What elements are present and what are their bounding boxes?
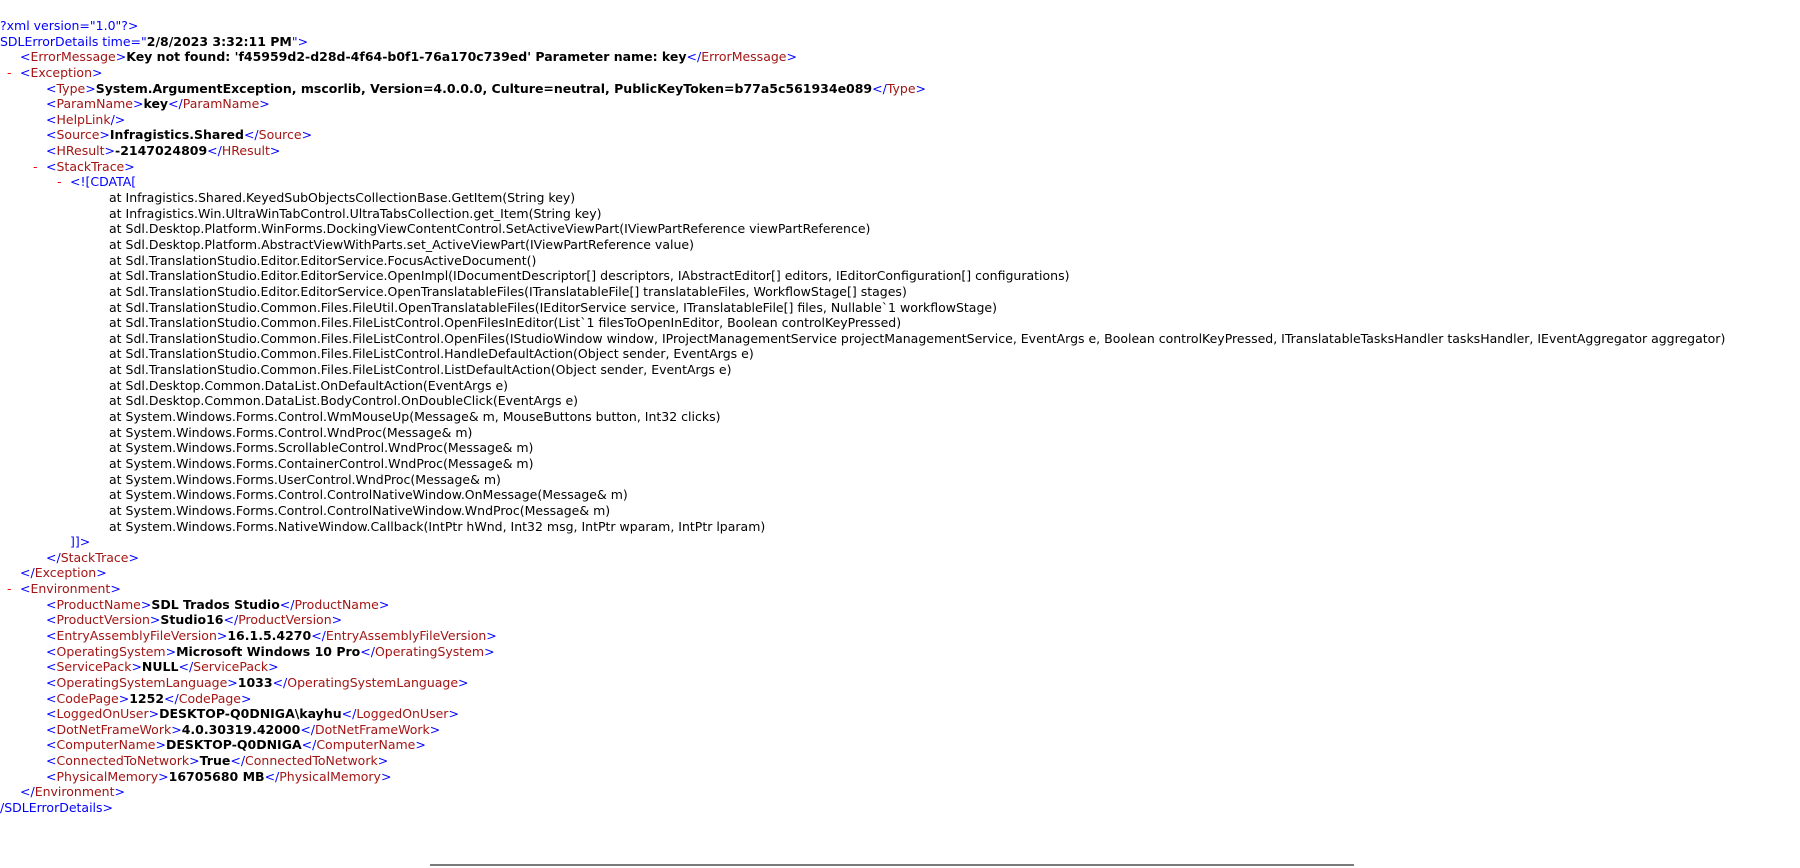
operating-system-language-line: <OperatingSystemLanguage>1033</Operating…: [46, 674, 469, 690]
cdata-open: - <![CDATA[: [57, 174, 137, 190]
connected-to-network-line: <ConnectedToNetwork>True</ConnectedToNet…: [46, 753, 389, 769]
operating-system-line: <OperatingSystem>Microsoft Windows 10 Pr…: [46, 643, 495, 659]
operating-system-language-value: 1033: [237, 674, 273, 690]
service-pack-value: NULL: [141, 659, 179, 675]
horizontal-scrollbar[interactable]: [430, 864, 1354, 866]
connected-to-network-value: True: [199, 753, 231, 769]
computer-name-line: <ComputerName>DESKTOP-Q0DNIGA</ComputerN…: [46, 737, 426, 753]
stack-trace-line: at System.Windows.Forms.Control.WmMouseU…: [109, 409, 721, 425]
stack-trace-line: at Sdl.Desktop.Common.DataList.BodyContr…: [109, 393, 579, 409]
stack-trace-line: at Infragistics.Shared.KeyedSubObjectsCo…: [109, 190, 576, 206]
dot-net-frame-work-value: 4.0.30319.42000: [181, 721, 301, 737]
product-version-line: <ProductVersion>Studio16</ProductVersion…: [46, 612, 343, 628]
cdata-collapse-toggle[interactable]: -: [57, 174, 62, 190]
stack-trace-line: at System.Windows.Forms.ScrollableContro…: [109, 440, 534, 456]
stack-trace-line: at Sdl.TranslationStudio.Common.Files.Fi…: [109, 299, 997, 315]
source-value: Infragistics.Shared: [109, 127, 244, 143]
stack-trace-line: at System.Windows.Forms.Control.WndProc(…: [109, 424, 473, 440]
stack-trace-line: at Sdl.Desktop.Platform.AbstractViewWith…: [109, 236, 694, 252]
stack-trace-line: at System.Windows.Forms.Control.ControlN…: [109, 487, 628, 503]
code-page-line: <CodePage>1252</CodePage>: [46, 690, 252, 706]
exception-open-tag: - <Exception>: [7, 64, 103, 81]
root-time-value: 2/8/2023 3:32:11 PM: [146, 33, 292, 49]
error-message-value: Key not found: 'f45959d2-d28d-4f64-b0f1-…: [126, 49, 687, 65]
stack-trace-collapse-toggle[interactable]: -: [33, 159, 38, 175]
stack-trace-line: at Sdl.TranslationStudio.Editor.EditorSe…: [109, 268, 1070, 284]
product-name-value: SDL Trados Studio: [151, 596, 280, 612]
service-pack-line: <ServicePack>NULL</ServicePack>: [46, 659, 279, 675]
entry-assembly-file-version-line: <EntryAssemblyFileVersion>16.1.5.4270</E…: [46, 627, 497, 643]
hresult-value: -2147024809: [115, 143, 208, 159]
error-message-line: <ErrorMessage>Key not found: 'f45959d2-d…: [20, 49, 797, 65]
root-open-tag: SDLErrorDetails time="2/8/2023 3:32:11 P…: [0, 34, 1800, 50]
physical-memory-line: <PhysicalMemory>16705680 MB</PhysicalMem…: [46, 768, 392, 784]
stack-trace-line: at System.Windows.Forms.ContainerControl…: [109, 455, 534, 471]
stack-trace-line: at Sdl.TranslationStudio.Editor.EditorSe…: [109, 252, 537, 268]
xml-document-view: ?xml version="1.0"?> SDLErrorDetails tim…: [0, 18, 1800, 816]
exception-collapse-toggle[interactable]: -: [7, 65, 12, 81]
product-name-line: <ProductName>SDL Trados Studio</ProductN…: [46, 596, 390, 612]
source-line: <Source>Infragistics.Shared</Source>: [46, 127, 313, 143]
logged-on-user-line: <LoggedOnUser>DESKTOP-Q0DNIGA\kayhu</Log…: [46, 706, 459, 722]
stack-trace-line: at Sdl.TranslationStudio.Common.Files.Fi…: [109, 346, 754, 362]
param-name-line: <ParamName>key</ParamName>: [46, 96, 270, 112]
stack-trace-list: at Infragistics.Shared.KeyedSubObjectsCo…: [0, 190, 1800, 534]
xml-declaration: ?xml version="1.0"?>: [0, 18, 139, 33]
logged-on-user-value: DESKTOP-Q0DNIGA\kayhu: [159, 706, 342, 722]
stack-trace-line: at Sdl.Desktop.Platform.WinForms.Docking…: [109, 221, 871, 237]
stack-trace-line: at Infragistics.Win.UltraWinTabControl.U…: [109, 205, 602, 221]
operating-system-value: Microsoft Windows 10 Pro: [176, 643, 361, 659]
help-link-line: <HelpLink/>: [46, 111, 126, 127]
product-version-value: Studio16: [160, 612, 224, 628]
dot-net-frame-work-line: <DotNetFrameWork>4.0.30319.42000</DotNet…: [46, 721, 441, 737]
stack-trace-line: at System.Windows.Forms.UserControl.WndP…: [109, 471, 501, 487]
root-open-suffix: ">: [291, 33, 309, 49]
exception-close-tag: </Exception>: [20, 565, 107, 581]
environment-collapse-toggle[interactable]: -: [7, 581, 12, 597]
hresult-line: <HResult>-2147024809</HResult>: [46, 143, 281, 159]
stack-trace-open-tag: - <StackTrace>: [33, 158, 135, 175]
stack-trace-line: at Sdl.TranslationStudio.Editor.EditorSe…: [109, 283, 907, 299]
cdata-close: ]]>: [70, 534, 91, 550]
code-page-value: 1252: [129, 690, 165, 706]
entry-assembly-file-version-value: 16.1.5.4270: [227, 627, 312, 643]
root-open-prefix: SDLErrorDetails time=": [0, 33, 147, 49]
stack-trace-line: at Sdl.TranslationStudio.Common.Files.Fi…: [109, 362, 732, 378]
param-name-value: key: [143, 96, 169, 112]
stack-trace-line: at Sdl.TranslationStudio.Common.Files.Fi…: [109, 330, 1726, 346]
stack-trace-close-tag: </StackTrace>: [46, 549, 139, 565]
stack-trace-line: at Sdl.Desktop.Common.DataList.OnDefault…: [109, 377, 509, 393]
stack-trace-line: at Sdl.TranslationStudio.Common.Files.Fi…: [109, 315, 902, 331]
exception-type-value: System.ArgumentException, mscorlib, Vers…: [95, 80, 873, 96]
environment-open-tag: - <Environment>: [7, 581, 121, 597]
root-close-tag: /SDLErrorDetails>: [0, 800, 114, 816]
environment-close-tag: </Environment>: [20, 784, 125, 800]
exception-type-line: <Type>System.ArgumentException, mscorlib…: [46, 80, 927, 96]
computer-name-value: DESKTOP-Q0DNIGA: [166, 737, 302, 753]
stack-trace-line: at System.Windows.Forms.Control.ControlN…: [109, 502, 611, 518]
stack-trace-line: at System.Windows.Forms.NativeWindow.Cal…: [109, 518, 766, 534]
physical-memory-value: 16705680 MB: [168, 768, 265, 784]
